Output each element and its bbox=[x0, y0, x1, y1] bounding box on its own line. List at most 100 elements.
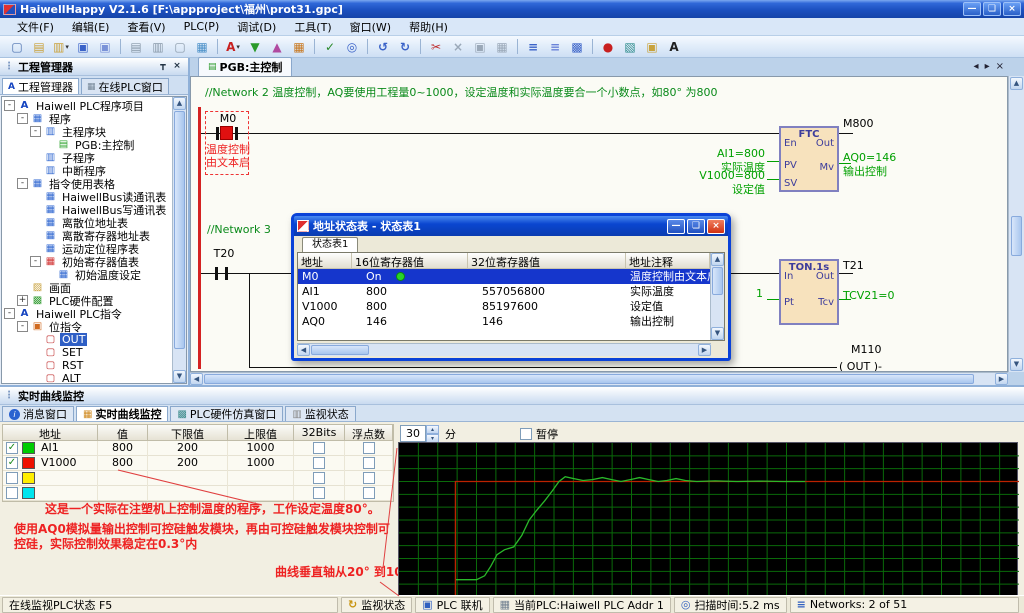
scrollbar-thumb[interactable] bbox=[204, 374, 974, 384]
tree-expander[interactable]: - bbox=[17, 113, 28, 124]
save-icon[interactable]: ▣ bbox=[73, 38, 93, 56]
save-all-icon[interactable]: ▣ bbox=[95, 38, 115, 56]
float-checkbox[interactable] bbox=[363, 442, 375, 454]
download-plc-icon[interactable]: ▼ bbox=[245, 38, 265, 56]
menu-item[interactable]: 工具(T) bbox=[285, 18, 340, 36]
col-float[interactable]: 浮点数 bbox=[345, 425, 393, 440]
watch-table-row[interactable] bbox=[3, 486, 393, 501]
page-setup-icon[interactable]: ▢ bbox=[170, 38, 190, 56]
tab-plc-hardware-sim[interactable]: ▩ PLC硬件仿真窗口 bbox=[170, 406, 283, 421]
tab-close-icon[interactable]: × bbox=[996, 61, 1004, 72]
undo-icon[interactable]: ↺ bbox=[373, 38, 393, 56]
ton-timer-block[interactable]: TON.1s In Out Pt Tcv bbox=[779, 259, 839, 325]
col-32bits[interactable]: 32Bits bbox=[294, 425, 345, 440]
ladder-canvas[interactable]: //Network 2 温度控制，AQ要使用工程量0~1000，设定温度和实际温… bbox=[190, 76, 1008, 372]
tree-item[interactable]: -AHaiwell PLC程序项目 bbox=[2, 99, 172, 112]
tree-expander[interactable]: - bbox=[30, 256, 41, 267]
drag-handle-icon[interactable]: ⋮ bbox=[4, 61, 14, 72]
time-window-spinner[interactable]: 30 ▴ ▾ 分 bbox=[400, 425, 456, 442]
bits32-checkbox[interactable] bbox=[313, 457, 325, 469]
menu-item[interactable]: 编辑(E) bbox=[63, 18, 119, 36]
tree-item[interactable]: ▢SET bbox=[2, 346, 172, 359]
scroll-up-icon[interactable]: ▲ bbox=[173, 97, 186, 110]
ftc-function-block[interactable]: FTC En Out PV Mv SV bbox=[779, 126, 839, 192]
col-high-limit[interactable]: 上限值 bbox=[228, 425, 294, 440]
m0-contact[interactable] bbox=[220, 126, 233, 140]
watch-table-row[interactable]: ✓AI18002001000 bbox=[3, 441, 393, 456]
row-enable-checkbox[interactable]: ✓ bbox=[6, 457, 18, 469]
tree-scrollbar[interactable]: ▲ ▼ bbox=[172, 97, 186, 383]
scroll-down-icon[interactable]: ▼ bbox=[173, 370, 186, 383]
open-project-icon[interactable]: ▥▾ bbox=[51, 38, 71, 56]
dialog-vscrollbar[interactable]: ▲ ▼ bbox=[710, 253, 724, 340]
syntax-check-icon[interactable]: ✓ bbox=[320, 38, 340, 56]
tab-online-plc-window[interactable]: ▦ 在线PLC窗口 bbox=[81, 78, 169, 94]
scroll-up-icon[interactable]: ▲ bbox=[711, 253, 724, 266]
menu-item[interactable]: 查看(V) bbox=[118, 18, 174, 36]
m110-out-coil[interactable]: ( OUT )- bbox=[837, 360, 884, 372]
redo-icon[interactable]: ↻ bbox=[395, 38, 415, 56]
online-monitor-icon[interactable]: ▦ bbox=[289, 38, 309, 56]
lock-icon[interactable]: ▣ bbox=[642, 38, 662, 56]
pause-checkbox[interactable] bbox=[520, 428, 532, 440]
insert-network-icon[interactable]: ≡ bbox=[523, 38, 543, 56]
spin-up-icon[interactable]: ▴ bbox=[426, 425, 439, 434]
tab-next-icon[interactable]: ▸ bbox=[985, 61, 990, 72]
row-enable-checkbox[interactable]: ✓ bbox=[6, 442, 18, 454]
tree-expander[interactable]: - bbox=[30, 126, 41, 137]
scroll-left-icon[interactable]: ◀ bbox=[297, 344, 310, 356]
append-network-icon[interactable]: ≡ bbox=[545, 38, 565, 56]
col-address[interactable]: 地址 bbox=[3, 425, 98, 440]
scroll-up-icon[interactable]: ▲ bbox=[1010, 77, 1023, 90]
tab-project-manager[interactable]: A 工程管理器 bbox=[2, 78, 79, 94]
editor-vscrollbar[interactable]: ▲ ▼ bbox=[1008, 76, 1024, 372]
spinner-buttons[interactable]: ▴ ▾ bbox=[426, 425, 439, 442]
tree-expander[interactable]: - bbox=[4, 100, 15, 111]
float-checkbox[interactable] bbox=[363, 487, 375, 499]
tree-expander[interactable]: + bbox=[17, 295, 28, 306]
watch-table-row[interactable]: ✓V10008002001000 bbox=[3, 456, 393, 471]
scroll-right-icon[interactable]: ▶ bbox=[995, 373, 1008, 385]
dialog-close-button[interactable]: × bbox=[707, 219, 725, 234]
restore-button[interactable]: ❏ bbox=[983, 2, 1001, 16]
scrollbar-thumb[interactable] bbox=[1011, 216, 1022, 256]
tab-watch-status[interactable]: ▥ 监视状态 bbox=[285, 406, 355, 421]
address-status-dialog[interactable]: 地址状态表 - 状态表1 — ❏ × 状态表1 地址 16位寄存器值 32位寄存… bbox=[291, 213, 731, 361]
tab-pgb-main-control[interactable]: ▤ PGB:主控制 bbox=[198, 57, 292, 76]
hardware-sim-icon[interactable]: ▧ bbox=[620, 38, 640, 56]
tree-item[interactable]: -AHaiwell PLC指令 bbox=[2, 307, 172, 320]
dialog-hscrollbar[interactable]: ◀ ▶ bbox=[297, 343, 711, 356]
tree-item[interactable]: ▦初始温度设定 bbox=[2, 268, 172, 281]
bits32-checkbox[interactable] bbox=[313, 487, 325, 499]
scroll-down-icon[interactable]: ▼ bbox=[1010, 358, 1023, 371]
row-enable-checkbox[interactable] bbox=[6, 472, 18, 484]
menu-item[interactable]: 帮助(H) bbox=[400, 18, 457, 36]
col-low-limit[interactable]: 下限值 bbox=[148, 425, 228, 440]
find-icon[interactable]: ◎ bbox=[342, 38, 362, 56]
upload-plc-icon[interactable]: ▲ bbox=[267, 38, 287, 56]
dialog-title-bar[interactable]: 地址状态表 - 状态表1 — ❏ × bbox=[294, 216, 728, 236]
watch-table-row[interactable] bbox=[3, 471, 393, 486]
float-checkbox[interactable] bbox=[363, 472, 375, 484]
tree-item[interactable]: ▢RST bbox=[2, 359, 172, 372]
menu-item[interactable]: 文件(F) bbox=[8, 18, 63, 36]
cut-icon[interactable]: ✂ bbox=[426, 38, 446, 56]
col-16bit-value[interactable]: 16位寄存器值 bbox=[352, 253, 468, 268]
minimize-button[interactable]: — bbox=[963, 2, 981, 16]
haiwell-logo-icon[interactable]: A▾ bbox=[223, 38, 243, 56]
new-icon[interactable]: ▢ bbox=[7, 38, 27, 56]
menu-item[interactable]: 调试(D) bbox=[228, 18, 285, 36]
tree-expander[interactable]: - bbox=[17, 178, 28, 189]
status-table-row[interactable]: AQ0146146输出控制 bbox=[298, 314, 710, 329]
dialog-minimize-button[interactable]: — bbox=[667, 219, 685, 234]
float-checkbox[interactable] bbox=[363, 457, 375, 469]
col-32bit-value[interactable]: 32位寄存器值 bbox=[468, 253, 626, 268]
tree-item[interactable]: -▣位指令 bbox=[2, 320, 172, 333]
panel-close-icon[interactable]: × bbox=[170, 60, 184, 74]
tree-item[interactable]: ▢ALT bbox=[2, 372, 172, 383]
delete-icon[interactable]: × bbox=[448, 38, 468, 56]
bits32-checkbox[interactable] bbox=[313, 472, 325, 484]
scroll-left-icon[interactable]: ◀ bbox=[190, 373, 203, 385]
tab-status-table-1[interactable]: 状态表1 bbox=[302, 237, 358, 252]
print-icon[interactable]: ▤ bbox=[126, 38, 146, 56]
